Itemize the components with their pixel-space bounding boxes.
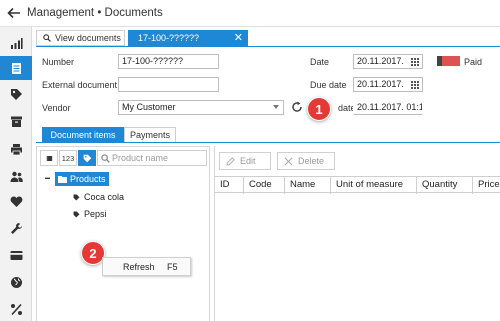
chevron-down-icon	[273, 105, 279, 109]
column-header-quantity[interactable]: Quantity	[417, 177, 473, 194]
back-arrow-icon[interactable]	[7, 6, 21, 20]
tree-collapse-toggle[interactable]: ━	[45, 174, 50, 183]
nav-users[interactable]	[0, 164, 32, 188]
context-menu-refresh[interactable]: Refresh	[123, 262, 155, 272]
nav-payments[interactable]	[0, 243, 32, 267]
tabs-divider	[36, 46, 500, 47]
globe-icon	[10, 276, 22, 288]
tab-label: View documents	[55, 33, 121, 43]
due-date-field[interactable]: 20.11.2017.	[353, 77, 423, 92]
wrench-icon	[10, 222, 22, 234]
number-label: Number	[42, 57, 75, 67]
grid-header: ID Code Name Unit of measure Quantity Pr…	[215, 176, 500, 194]
items-grid-panel: Edit Delete ID Code Name Unit of measure…	[214, 146, 500, 321]
nav-discounts[interactable]	[0, 297, 32, 321]
tree-item-label: Pepsi	[84, 209, 107, 219]
number-field[interactable]: 17-100-??????	[118, 54, 219, 69]
column-header-price[interactable]: Price	[473, 177, 500, 194]
delete-label: Delete	[298, 156, 325, 166]
code-button[interactable]: 123	[59, 150, 77, 166]
heart-icon	[10, 196, 22, 207]
tag-icon	[73, 211, 80, 217]
tree-item[interactable]: Coca cola	[73, 192, 124, 202]
barcode-icon: IIIII	[46, 153, 53, 163]
column-header-id[interactable]: ID	[215, 177, 244, 194]
delete-button[interactable]: Delete	[277, 152, 335, 170]
context-menu: Refresh F5	[102, 257, 191, 276]
search-icon	[43, 34, 51, 42]
context-menu-shortcut: F5	[167, 262, 178, 272]
tag-icon	[83, 154, 91, 162]
card-icon	[10, 250, 22, 260]
tab-view-documents[interactable]: View documents	[36, 30, 125, 46]
external-document-label: External document	[42, 80, 118, 90]
close-icon[interactable]: ✕	[234, 31, 243, 44]
tab-document[interactable]: 17-100-?????? ✕	[128, 30, 248, 46]
edit-label: Edit	[240, 156, 256, 166]
refresh-icon[interactable]	[291, 101, 303, 113]
nav-archive[interactable]	[0, 109, 32, 133]
due-date-label: Due date	[310, 80, 347, 90]
nav-documents[interactable]	[0, 56, 32, 80]
column-header-code[interactable]: Code	[244, 177, 285, 194]
column-header-name[interactable]: Name	[285, 177, 331, 194]
tree-item-label: Coca cola	[84, 192, 125, 202]
column-header-unit[interactable]: Unit of measure	[331, 177, 417, 194]
archive-icon	[10, 116, 22, 127]
documents-icon	[11, 62, 21, 74]
edit-button[interactable]: Edit	[219, 152, 271, 170]
date-field[interactable]: 20.11.2017.	[353, 54, 423, 69]
stock-date-field[interactable]: 20.11.2017. 01:19	[353, 100, 423, 115]
date-value: 20.11.2017.	[357, 56, 404, 66]
tree-root-products[interactable]: Products	[55, 172, 109, 186]
nav-print[interactable]	[0, 137, 32, 161]
date-label: Date	[310, 57, 330, 67]
paid-toggle[interactable]	[437, 56, 460, 66]
calendar-icon[interactable]	[410, 79, 420, 90]
external-document-field[interactable]	[118, 77, 219, 92]
nav-tags[interactable]	[0, 82, 32, 106]
vendor-label: Vendor	[42, 103, 71, 113]
calendar-icon[interactable]	[410, 56, 420, 67]
folder-icon	[58, 176, 67, 183]
callout-badge-1: 1	[307, 97, 331, 121]
title-bar: Management • Documents	[0, 0, 500, 27]
tag-filter-button[interactable]	[78, 150, 96, 166]
users-icon	[10, 171, 23, 182]
left-nav-rail	[0, 27, 32, 321]
tree-root-label: Products	[70, 174, 106, 184]
tab-payments[interactable]: Payments	[124, 127, 176, 142]
barcode-button[interactable]: IIIII	[40, 150, 58, 166]
tag-icon	[73, 194, 80, 200]
vendor-select[interactable]: My Customer	[118, 100, 284, 115]
product-tree-panel: IIIII 123 Product name ━ Products Coca c…	[36, 146, 210, 321]
tab-document-items[interactable]: Document items	[42, 127, 124, 142]
chart-icon	[10, 37, 23, 49]
tree-item[interactable]: Pepsi	[73, 209, 107, 219]
product-search-input[interactable]: Product name	[97, 150, 207, 166]
search-placeholder: Product name	[112, 153, 169, 163]
pencil-icon	[226, 156, 235, 166]
tab-label: 17-100-??????	[138, 33, 200, 43]
x-icon	[284, 157, 293, 165]
percent-icon	[10, 303, 22, 315]
nav-favorites[interactable]	[0, 189, 32, 213]
search-icon	[101, 154, 110, 163]
nav-tools[interactable]	[0, 216, 32, 240]
vendor-value: My Customer	[122, 102, 176, 112]
window-title: Management • Documents	[27, 7, 163, 19]
due-date-value: 20.11.2017.	[357, 79, 404, 89]
printer-icon	[10, 143, 22, 155]
tag-icon	[10, 88, 22, 100]
nav-chart[interactable]	[0, 31, 32, 55]
nav-web[interactable]	[0, 270, 32, 294]
paid-label: Paid	[464, 57, 483, 67]
section-tabs-divider	[36, 142, 500, 143]
number-icon: 123	[61, 153, 75, 163]
